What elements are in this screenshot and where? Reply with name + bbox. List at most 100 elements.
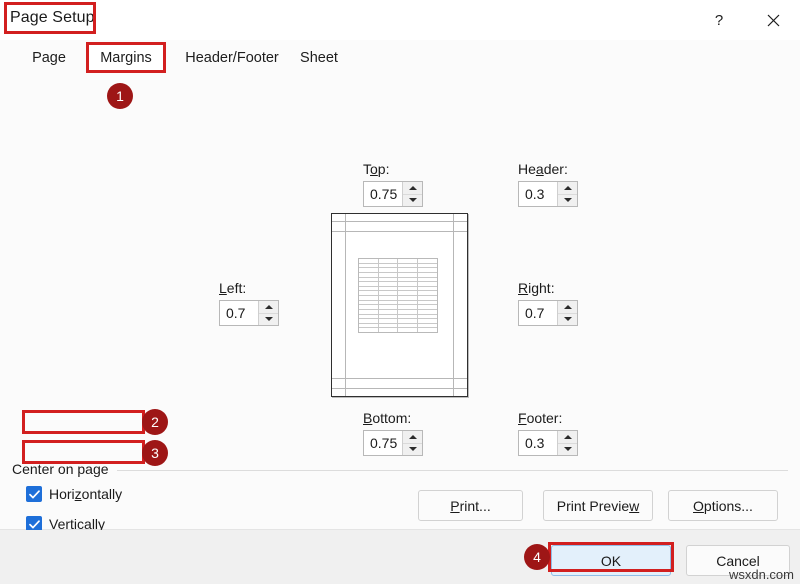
ok-button-label: OK: [600, 552, 622, 569]
preview-grid-cell: [379, 309, 398, 314]
top-margin-spinner[interactable]: 0.75: [363, 181, 423, 207]
ok-button[interactable]: OK: [551, 545, 671, 576]
left-margin-field-group: Left: 0.7: [219, 280, 279, 326]
watermark: wsxdn.com: [728, 567, 794, 582]
footer-margin-spinner[interactable]: 0.3: [518, 430, 578, 456]
chevron-down-icon: [563, 447, 572, 452]
tab-header-footer[interactable]: Header/Footer: [168, 42, 296, 73]
footer-margin-input[interactable]: 0.3: [519, 431, 557, 455]
preview-grid-cell: [359, 291, 379, 295]
preview-grid-cell: [359, 305, 379, 309]
header-margin-spinner[interactable]: 0.3: [518, 181, 578, 207]
footer-guide: [332, 388, 467, 389]
preview-grid-cell: [398, 277, 418, 282]
close-button[interactable]: [750, 0, 796, 40]
preview-grid-cell: [418, 310, 438, 314]
chevron-down-icon: [563, 198, 572, 203]
right-margin-input[interactable]: 0.7: [519, 301, 557, 325]
preview-grid-cell: [359, 259, 379, 263]
tab-label: Page: [32, 49, 66, 66]
top-margin-label: Top:: [363, 161, 390, 177]
title-bar: Page Setup ?: [0, 0, 800, 40]
checkbox-checked-icon: [26, 486, 42, 502]
preview-grid-cell: [418, 301, 438, 305]
options-button[interactable]: Options...: [668, 490, 778, 521]
print-preview-button[interactable]: Print Preview: [543, 490, 653, 521]
preview-grid-cell: [398, 300, 418, 305]
right-margin-spinner[interactable]: 0.7: [518, 300, 578, 326]
preview-grid-cell: [379, 296, 398, 300]
right-margin-spin-buttons: [557, 301, 577, 325]
preview-grid-cell: [418, 278, 438, 282]
preview-grid-cell: [418, 319, 438, 323]
tab-margins[interactable]: Margins: [86, 42, 166, 73]
footer-margin-spin-buttons: [557, 431, 577, 455]
preview-grid-cell: [359, 277, 379, 282]
preview-grid-cell: [359, 323, 379, 328]
left-margin-decrement-button[interactable]: [259, 313, 278, 325]
footer-margin-increment-button[interactable]: [558, 431, 577, 444]
chevron-up-icon: [408, 185, 417, 190]
horizontally-checkbox[interactable]: Horizontally: [26, 486, 122, 502]
preview-grid-cell: [379, 305, 398, 309]
bottom-margin-decrement-button[interactable]: [403, 443, 422, 455]
help-button[interactable]: ?: [696, 0, 742, 40]
preview-grid-cell: [359, 309, 379, 314]
top-margin-decrement-button[interactable]: [403, 194, 422, 206]
preview-grid-cell: [379, 328, 398, 332]
bottom-margin-spin-buttons: [402, 431, 422, 455]
top-margin-field-group: Top: 0.75: [363, 161, 423, 207]
print-button[interactable]: Print...: [418, 490, 523, 521]
chevron-down-icon: [408, 198, 417, 203]
header-guide: [332, 221, 467, 222]
bottom-margin-label: Bottom:: [363, 410, 412, 426]
left-margin-spin-buttons: [258, 301, 278, 325]
preview-grid-cell: [379, 319, 398, 323]
right-margin-decrement-button[interactable]: [558, 313, 577, 325]
chevron-up-icon: [563, 185, 572, 190]
tab-strip: Page Margins Header/Footer Sheet: [0, 40, 800, 74]
preview-grid-cell: [398, 309, 418, 314]
page-setup-dialog: Page Setup ? Page Margins Header/Footer …: [0, 0, 800, 584]
left-margin-spinner[interactable]: 0.7: [219, 300, 279, 326]
header-margin-field-group: Header: 0.3: [518, 161, 578, 207]
close-x-icon: [767, 14, 780, 27]
preview-grid-cell: [359, 263, 379, 268]
right-margin-increment-button[interactable]: [558, 301, 577, 314]
chevron-up-icon: [264, 304, 273, 309]
preview-grid-cell: [359, 319, 379, 323]
preview-grid-cell: [359, 268, 379, 272]
top-margin-spin-buttons: [402, 182, 422, 206]
preview-grid-cell: [379, 282, 398, 286]
bottom-margin-input[interactable]: 0.75: [364, 431, 402, 455]
preview-grid-cell: [418, 287, 438, 291]
margins-tab-panel: Top: 0.75 Header: 0.3 Left: 0.7 Right: 0…: [0, 73, 800, 532]
options-button-label: Options...: [693, 497, 753, 514]
header-margin-increment-button[interactable]: [558, 182, 577, 195]
tab-sheet[interactable]: Sheet: [284, 42, 354, 73]
left-margin-input[interactable]: 0.7: [220, 301, 258, 325]
top-margin-input[interactable]: 0.75: [364, 182, 402, 206]
top-margin-increment-button[interactable]: [403, 182, 422, 195]
preview-grid-cell: [398, 328, 418, 332]
bottom-margin-spinner[interactable]: 0.75: [363, 430, 423, 456]
dialog-footer: OK Cancel: [0, 530, 800, 584]
left-margin-label: Left:: [219, 280, 247, 296]
tab-page[interactable]: Page: [18, 42, 80, 73]
bottom-margin-increment-button[interactable]: [403, 431, 422, 444]
footer-margin-decrement-button[interactable]: [558, 443, 577, 455]
header-margin-decrement-button[interactable]: [558, 194, 577, 206]
preview-grid-cell: [418, 268, 438, 272]
header-margin-label: Header:: [518, 161, 568, 177]
preview-grid-cell: [418, 291, 438, 295]
chevron-down-icon: [563, 317, 572, 322]
left-margin-guide: [345, 214, 346, 396]
header-margin-input[interactable]: 0.3: [519, 182, 557, 206]
preview-grid-cell: [359, 286, 379, 291]
tab-label: Header/Footer: [185, 49, 279, 66]
preview-grid-cell: [359, 272, 379, 277]
right-margin-label: Right:: [518, 280, 555, 296]
preview-grid-cell: [359, 282, 379, 286]
chevron-down-icon: [408, 447, 417, 452]
left-margin-increment-button[interactable]: [259, 301, 278, 314]
